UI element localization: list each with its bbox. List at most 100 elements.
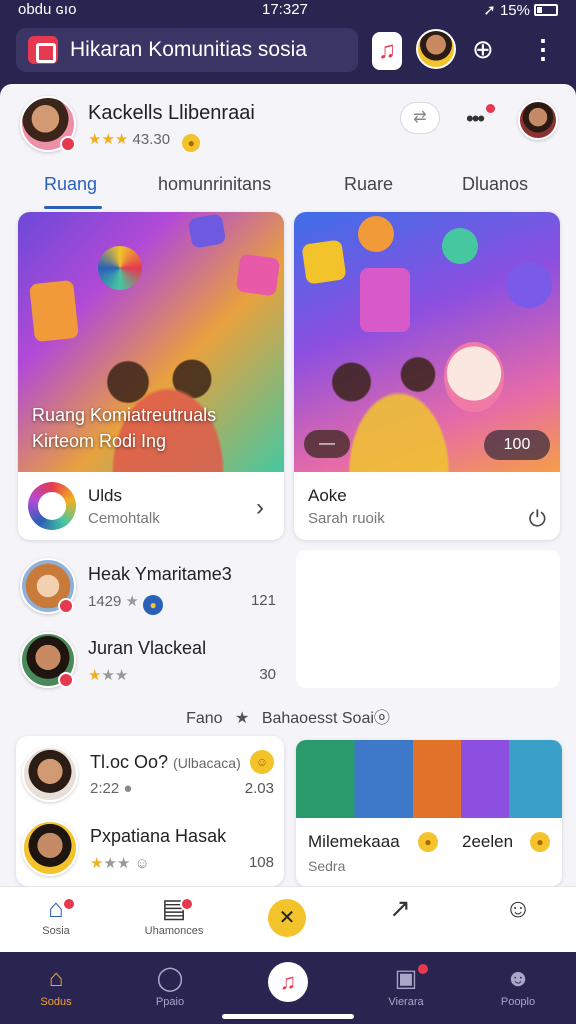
secondary-avatar[interactable] [518, 100, 558, 140]
nav-vierara-label: Vierara [388, 996, 424, 1008]
nav-ppaio[interactable]: ◯ Ppaio [130, 964, 210, 1008]
list-item-avatar [22, 746, 78, 802]
tab-uhamonces-badge [180, 897, 194, 911]
tab-uhamonces-label: Uhamonces [144, 925, 204, 937]
tab-dluanos[interactable]: Dluanos [462, 174, 528, 195]
tab-ruare[interactable]: Ruare [344, 174, 393, 195]
people-icon: ☺ [504, 893, 532, 923]
star-icon: ★ [125, 593, 139, 610]
tab-sosia[interactable]: ⌂ Sosia [16, 893, 96, 937]
nav-ppaio-label: Ppaio [155, 996, 185, 1008]
emoji-icon: ☺ [134, 855, 150, 872]
star-icon: ★ [90, 855, 104, 872]
room-card-a-subtitle: Cemohtalk [88, 510, 160, 527]
band-card-left-sub: Sedra [308, 858, 346, 874]
nav-vierara-badge [416, 962, 430, 976]
list-item-name-text: Tl.oc Oo? [90, 752, 169, 772]
list-item[interactable]: Pxpatiana Hasak ★★★ ☺ 108 [16, 816, 282, 882]
coin-icon: ● [182, 134, 201, 152]
list-item-name: Heak Ymaritame3 [88, 564, 232, 584]
list-item-meta-value: 2:22 [90, 780, 120, 797]
star-tile-icon [235, 253, 281, 297]
power-icon[interactable]: ⏻ [529, 506, 546, 532]
status-bar: obdu ɢıo 17:327 ➚ 15% [0, 0, 576, 20]
bottom-nav: ⌂ Sodus ◯ Ppaio ♫ ▣ Vierara ☻ Pooplo [0, 952, 576, 1024]
list-item-meta: 1429 ★ ● [88, 592, 164, 615]
music-center-button[interactable]: ♫ [268, 962, 308, 1002]
app-header: Hikaran Komunitias sosia ♫ ⊕ ⋮ [0, 20, 576, 84]
room-card-a-title: Ulds [88, 486, 123, 505]
profile-header: Kackells Llibenraai ★★★ 43.30 ● ⇄ ••• [0, 84, 576, 166]
status-carrier: obdu ɢıo [18, 1, 77, 18]
star-icon: ★ [88, 667, 102, 684]
member-list: Heak Ymaritame3 1429 ★ ● 121 Juran Vlack… [18, 550, 284, 690]
people-card[interactable]: Tl.oc Oo? (Ulbacaca) ☺ 2:22 ● 2.03 Pxpat… [16, 736, 284, 886]
nav-vierara[interactable]: ▣ Vierara [366, 964, 446, 1008]
room-card-a-caption-line1: Ruang Komiatreutruals [32, 405, 217, 425]
list-item[interactable]: Juran Vlackeal ★★★ 30 [18, 628, 284, 694]
tab-people[interactable]: ☺ [478, 893, 558, 923]
music-note-bubble-icon [506, 262, 552, 308]
nav-sodus[interactable]: ⌂ Sodus [16, 964, 96, 1008]
center-action-icon[interactable]: ✕ [268, 899, 306, 937]
list-item-avatar [22, 820, 78, 876]
battery-icon [534, 4, 558, 16]
tab-ruang[interactable]: Ruang [44, 174, 97, 195]
list-item-count: 2.03 [244, 780, 274, 797]
badge-icon: ● [143, 595, 164, 615]
status-time: 17:327 [262, 1, 308, 18]
document-icon: ▤ [161, 893, 187, 923]
home-icon: ⌂ [48, 893, 64, 923]
notification-alert-icon[interactable]: ⊕ [472, 34, 494, 65]
home-icon: ⌂ [48, 965, 64, 992]
coin-icon: ● [530, 832, 550, 852]
secondary-tab-bar: ⌂ Sosia ▤ Uhamonces ✕ ↗ ☺ [0, 886, 576, 952]
home-indicator[interactable] [222, 1014, 354, 1019]
list-item[interactable]: Tl.oc Oo? (Ulbacaca) ☺ 2:22 ● 2.03 [16, 742, 282, 808]
room-card-b-subtitle: Sarah ruoik [308, 510, 385, 527]
rating-stars-icon: ★★★ [88, 131, 129, 148]
tab-komunitas[interactable]: homunrinitans [158, 174, 271, 195]
list-item-meta: 2:22 ● [90, 780, 132, 797]
balloon-icon [358, 216, 394, 252]
list-item-tag: (Ulbacaca) [173, 755, 241, 771]
list-item-badge [58, 672, 74, 688]
share-button[interactable]: ⇄ [400, 102, 440, 134]
room-card-a-caption-line2: Kirteom Rodi Ing [32, 431, 167, 451]
section-label-left: Fano [186, 710, 223, 727]
band-card[interactable]: Milemekaaa ● Sedra 2eelen ● [296, 740, 562, 886]
room-card-a[interactable]: Ruang Komiatreutruals Kirteom Rodi Ing U… [18, 212, 284, 540]
tab-share[interactable]: ↗ [360, 893, 440, 923]
empty-panel [296, 550, 560, 688]
nav-sodus-label: Sodus [40, 996, 72, 1008]
room-card-a-caption: Ruang Komiatreutruals Kirteom Rodi Ing [32, 402, 216, 454]
room-card-b[interactable]: — 100 Aoke Sarah ruoik ⏻ [294, 212, 560, 540]
sticker-tile-icon [301, 239, 347, 285]
more-options-icon[interactable]: ••• [466, 106, 485, 132]
list-item-name: Tl.oc Oo? (Ulbacaca) [90, 752, 241, 773]
ball-icon [98, 246, 142, 290]
battery-percent: 15% [499, 2, 530, 19]
star-icon: ★★ [101, 667, 129, 684]
notification-dot [486, 104, 495, 113]
globe-icon: ● [123, 780, 133, 797]
app-title-box[interactable]: Hikaran Komunitias sosia [16, 28, 358, 72]
header-avatar[interactable] [416, 29, 456, 69]
tab-sosia-badge [62, 897, 76, 911]
room-card-b-image: — 100 [294, 212, 560, 472]
profile-rating: ★★★ 43.30 ● [88, 130, 201, 152]
music-app-icon[interactable]: ♫ [372, 32, 402, 70]
status-right: ➚ 15% [483, 1, 558, 19]
nav-pooplo[interactable]: ☻ Pooplo [478, 964, 558, 1008]
more-menu-icon[interactable]: ⋮ [530, 34, 556, 65]
list-item-count: 121 [250, 592, 276, 609]
room-card-b-title: Aoke [308, 486, 347, 505]
band-card-left-title: Milemekaaa [308, 832, 400, 851]
room-card-b-pill[interactable]: — [304, 430, 350, 458]
list-item-count: 30 [259, 666, 276, 683]
inbox-icon: ▣ [394, 965, 418, 992]
band-card-right-title: 2eelen [462, 832, 514, 851]
list-item[interactable]: Heak Ymaritame3 1429 ★ ● 121 [18, 554, 284, 620]
chevron-right-icon[interactable]: › [256, 494, 264, 522]
tab-uhamonces[interactable]: ▤ Uhamonces [134, 893, 214, 937]
